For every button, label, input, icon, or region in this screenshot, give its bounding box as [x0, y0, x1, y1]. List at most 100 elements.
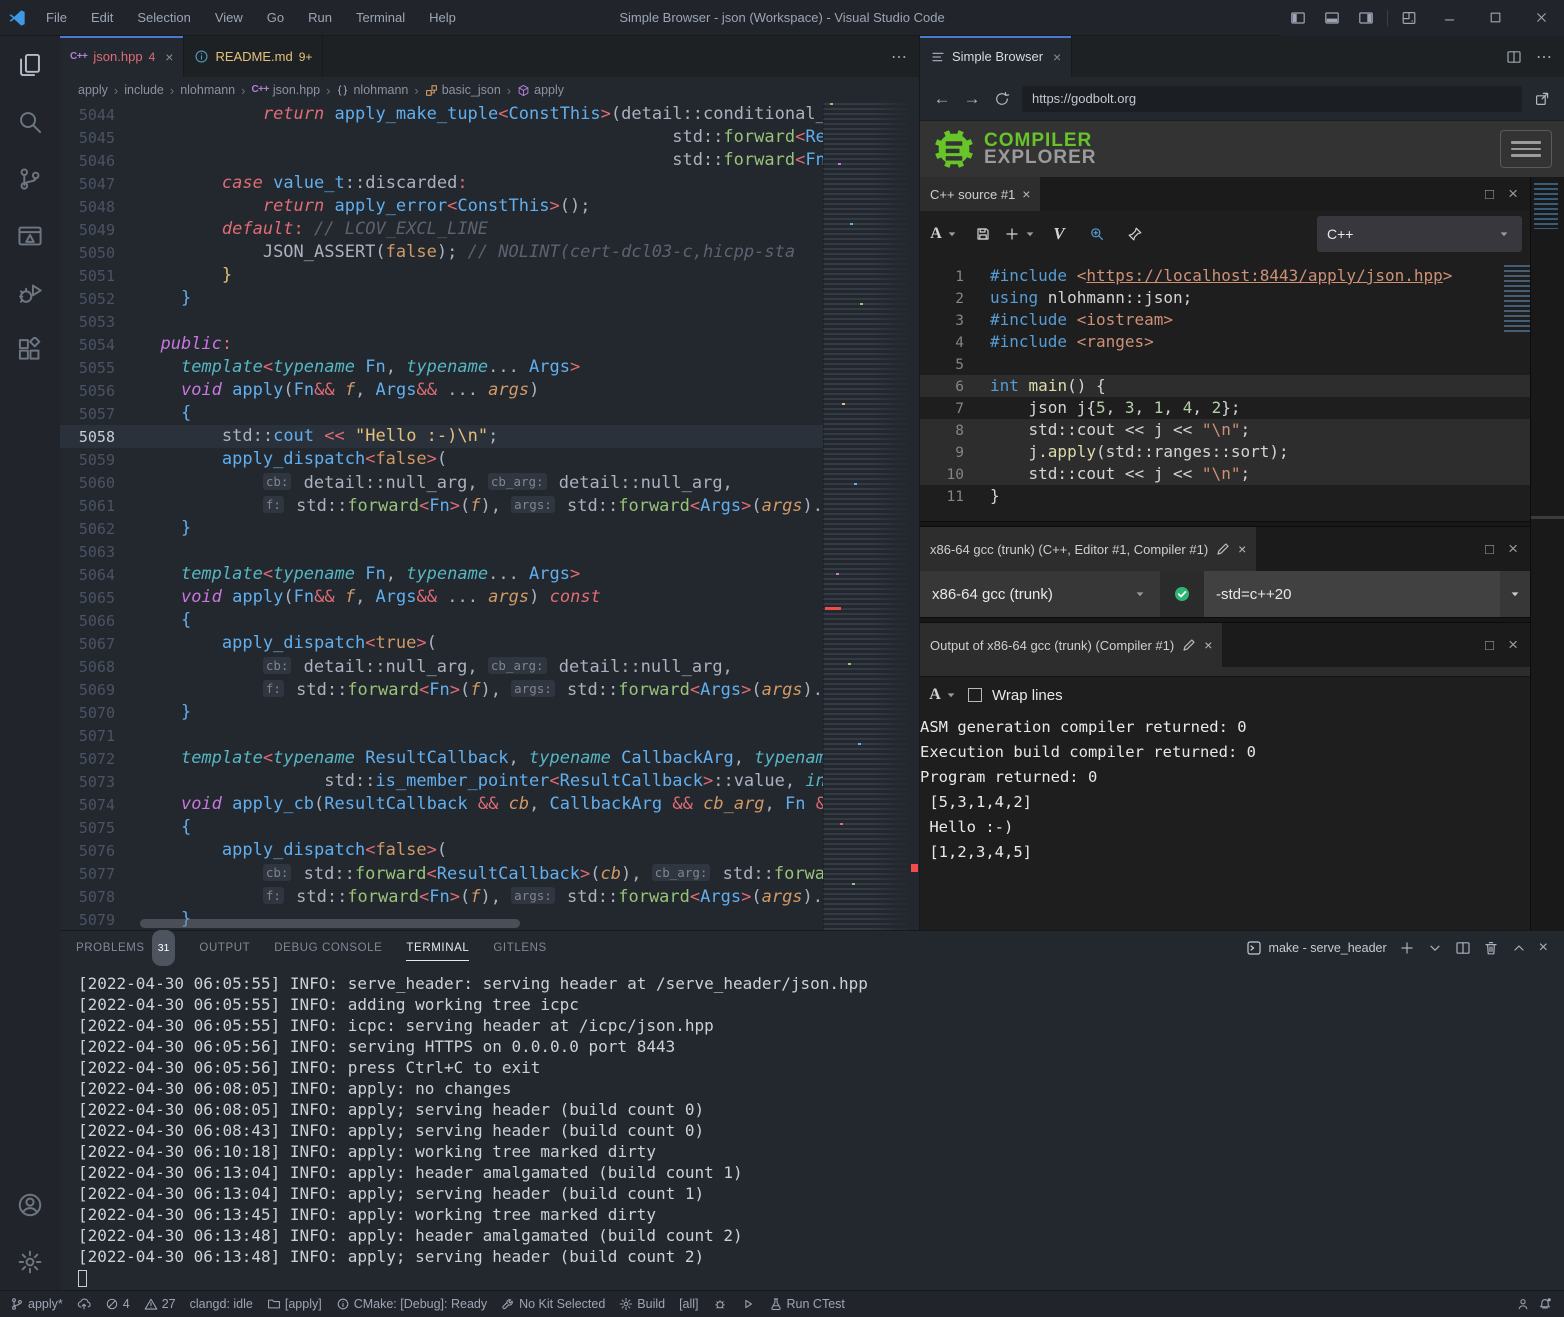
code-line[interactable]: 5058 std::cout << "Hello :-)\n"; — [60, 425, 823, 448]
branch-status[interactable]: apply* — [10, 1297, 63, 1311]
url-input[interactable]: https://godbolt.org — [1022, 86, 1522, 112]
layout-left-icon[interactable] — [1281, 0, 1315, 36]
add-pane-button[interactable] — [1004, 218, 1038, 250]
active-folder[interactable]: [apply] — [267, 1297, 322, 1311]
breadcrumb-item-apply[interactable]: apply — [78, 83, 108, 97]
code-line[interactable]: 5068 cb: detail::null_arg, cb_arg: detai… — [60, 655, 823, 678]
open-external-icon[interactable] — [1532, 91, 1552, 107]
font-size-button[interactable]: A — [930, 679, 958, 711]
compiler-select[interactable]: x86-64 gcc (trunk) — [920, 571, 1160, 617]
options-dropdown[interactable] — [1500, 571, 1530, 617]
compiler-options-input[interactable]: -std=c++20 — [1204, 571, 1500, 617]
ce-logo[interactable]: COMPILER EXPLORER — [932, 127, 1097, 171]
build-target[interactable]: [all] — [679, 1297, 698, 1311]
split-editor-icon[interactable] — [1506, 49, 1522, 65]
vim-mode-button[interactable]: V — [1042, 218, 1076, 250]
panel-tab-gitlens[interactable]: GITLENS — [493, 931, 546, 965]
code-line[interactable]: 5055 template<typename Fn, typename... A… — [60, 356, 823, 379]
activity-source-control-icon[interactable] — [0, 150, 60, 207]
code-line[interactable]: 5057 { — [60, 402, 823, 425]
ctest-button[interactable]: Run CTest — [769, 1297, 845, 1311]
publish-button[interactable] — [77, 1297, 91, 1311]
rename-pane-icon[interactable] — [1181, 637, 1197, 653]
activity-account-icon[interactable] — [0, 1176, 60, 1233]
warnings-count[interactable]: 27 — [144, 1297, 176, 1311]
tab-readme.md[interactable]: README.md9+ — [184, 36, 323, 77]
code-line[interactable]: 5048 return apply_error<ConstThis>(); — [60, 195, 823, 218]
code-line[interactable]: 5066 { — [60, 609, 823, 632]
ce-code-line[interactable]: 10 std::cout << j << "\n"; — [920, 463, 1530, 485]
code-line[interactable]: 5050 JSON_ASSERT(false); // NOLINT(cert-… — [60, 241, 823, 264]
code-line[interactable]: 5047 case value_t::discarded: — [60, 172, 823, 195]
close-pane-icon[interactable]: × — [1238, 541, 1246, 557]
code-line[interactable]: 5077 cb: std::forward<ResultCallback>(cb… — [60, 862, 823, 885]
code-line[interactable]: 5051 } — [60, 264, 823, 287]
breadcrumb-item-nlohmann[interactable]: nlohmann — [180, 83, 235, 97]
activity-run-debug-icon[interactable] — [0, 264, 60, 321]
code-line[interactable]: 5056 void apply(Fn&& f, Args&& ... args) — [60, 379, 823, 402]
code-line[interactable]: 5072 template<typename ResultCallback, t… — [60, 747, 823, 770]
zoom-search-button[interactable] — [1080, 218, 1114, 250]
code-line[interactable]: 5067 apply_dispatch<true>( — [60, 632, 823, 655]
pin-button[interactable] — [1118, 218, 1152, 250]
forward-icon[interactable]: → — [962, 89, 982, 109]
code-line[interactable]: 5054 public: — [60, 333, 823, 356]
menu-item-run[interactable]: Run — [296, 0, 344, 36]
close-pane-icon[interactable]: × — [1508, 635, 1518, 655]
code-line[interactable]: 5069 f: std::forward<Fn>(f), args: std::… — [60, 678, 823, 701]
menu-item-terminal[interactable]: Terminal — [344, 0, 417, 36]
panel-tab-terminal[interactable]: TERMINAL — [406, 931, 469, 965]
menu-item-file[interactable]: File — [34, 0, 79, 36]
menu-item-help[interactable]: Help — [417, 0, 468, 36]
breadcrumb-item-basic_json[interactable]: basic_json — [425, 83, 501, 97]
maximize-panel-icon[interactable] — [1511, 940, 1527, 956]
close-panel-icon[interactable]: × — [1539, 939, 1548, 957]
code-line[interactable]: 5059 apply_dispatch<false>( — [60, 448, 823, 471]
code-line[interactable]: 5049 default: // LCOV_EXCL_LINE — [60, 218, 823, 241]
program-output[interactable]: ASM generation compiler returned: 0Execu… — [920, 713, 1530, 930]
notifications-button[interactable] — [1538, 1297, 1552, 1311]
close-pane-icon[interactable]: × — [1508, 184, 1518, 204]
menu-item-selection[interactable]: Selection — [125, 0, 202, 36]
code-line[interactable]: 5046 std::forward<Fn> — [60, 149, 823, 172]
code-line[interactable]: 5074 void apply_cb(ResultCallback && cb,… — [60, 793, 823, 816]
save-button[interactable] — [966, 218, 1000, 250]
code-line[interactable]: 5061 f: std::forward<Fn>(f), args: std::… — [60, 494, 823, 517]
wrap-lines-checkbox[interactable] — [968, 688, 982, 702]
ce-code-line[interactable]: 11} — [920, 485, 1530, 507]
code-line[interactable]: 5071 — [60, 724, 823, 747]
code-line[interactable]: 5062 } — [60, 517, 823, 540]
code-line[interactable]: 5070 } — [60, 701, 823, 724]
maximize-pane-icon[interactable]: □ — [1485, 637, 1494, 654]
close-pane-icon[interactable]: × — [1204, 637, 1212, 653]
language-select[interactable]: C++ — [1317, 216, 1522, 252]
feedback-button[interactable] — [1516, 1297, 1530, 1311]
code-line[interactable]: 5063 — [60, 540, 823, 563]
launch-button[interactable] — [741, 1297, 755, 1311]
more-actions-icon[interactable]: ⋯ — [891, 47, 907, 67]
minimize-icon[interactable] — [1426, 0, 1472, 36]
code-line[interactable]: 5044 return apply_make_tuple<ConstThis>(… — [60, 103, 823, 126]
maximize-pane-icon[interactable]: □ — [1485, 541, 1494, 558]
kit-selector[interactable]: No Kit Selected — [501, 1297, 605, 1311]
close-icon[interactable] — [1518, 0, 1564, 36]
close-pane-icon[interactable]: × — [1508, 539, 1518, 559]
breadcrumb-item-include[interactable]: include — [124, 83, 164, 97]
split-terminal-icon[interactable] — [1455, 940, 1471, 956]
terminal-content[interactable]: [2022-04-30 06:05:55] INFO: serve_header… — [60, 965, 1564, 1290]
source-pane-tab[interactable]: C++ source #1 × — [920, 177, 1040, 211]
ce-code-line[interactable]: 9 j.apply(std::ranges::sort); — [920, 441, 1530, 463]
menu-item-view[interactable]: View — [203, 0, 255, 36]
menu-item-edit[interactable]: Edit — [79, 0, 125, 36]
close-tab-icon[interactable]: × — [1053, 49, 1061, 65]
maximize-icon[interactable] — [1472, 0, 1518, 36]
kill-terminal-icon[interactable] — [1483, 940, 1499, 956]
activity-extensions-icon[interactable] — [0, 321, 60, 378]
ce-code-line[interactable]: 1#include <https://localhost:8443/apply/… — [920, 265, 1530, 287]
breadcrumb-item-nlohmann[interactable]: nlohmann — [336, 83, 408, 97]
breadcrumb-item-apply[interactable]: apply — [517, 83, 564, 97]
output-pane-tab[interactable]: Output of x86-64 gcc (trunk) (Compiler #… — [920, 623, 1222, 667]
breadcrumb-item-json.hpp[interactable]: C++json.hpp — [251, 83, 320, 97]
more-actions-icon[interactable]: ⋯ — [1536, 47, 1552, 67]
rename-pane-icon[interactable] — [1215, 541, 1231, 557]
